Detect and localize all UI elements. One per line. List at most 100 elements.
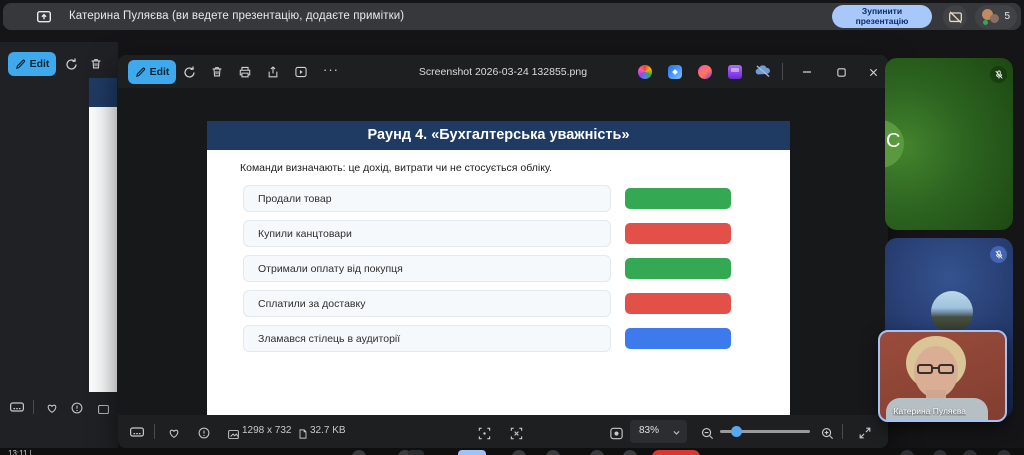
- photos-window-background: Edit: [0, 42, 118, 448]
- meet-control-button[interactable]: [546, 450, 560, 455]
- photos-titlebar[interactable]: Edit: [118, 55, 888, 88]
- more-options-button[interactable]: ···: [322, 60, 340, 78]
- designer-glyph: [731, 68, 739, 72]
- meet-panel-button[interactable]: [997, 450, 1011, 455]
- avatar-initial: C: [886, 130, 900, 153]
- back-edit-label: Edit: [30, 58, 50, 70]
- zoom-slider[interactable]: [720, 430, 810, 433]
- slide-row-color-bar: [625, 188, 731, 209]
- chevron-down-icon: [672, 428, 681, 437]
- info-icon[interactable]: [195, 424, 213, 442]
- mic-muted-badge: [990, 246, 1007, 263]
- slide-row: Зламався стілець в аудиторії: [243, 325, 737, 352]
- zoom-slider-thumb[interactable]: [731, 426, 742, 437]
- clipchamp-icon[interactable]: [698, 65, 712, 79]
- slide-row: Сплатили за доставку: [243, 290, 737, 317]
- back-info-icon[interactable]: [68, 399, 86, 417]
- stop-presentation-button[interactable]: Зупинити презентацію: [832, 5, 932, 28]
- meet-control-button[interactable]: [408, 450, 424, 455]
- print-icon[interactable]: [236, 63, 254, 81]
- slide-row-label-box: Продали товар: [243, 185, 611, 212]
- self-glasses: [938, 364, 954, 374]
- meet-panel-button[interactable]: [963, 450, 977, 455]
- slideshow-icon[interactable]: [292, 63, 310, 81]
- slide-row-label-box: Отримали оплату від покупця: [243, 255, 611, 282]
- participants-button[interactable]: 5: [975, 5, 1017, 29]
- fit-to-screen-icon[interactable]: [475, 424, 493, 442]
- filmstrip-icon[interactable]: [128, 423, 146, 441]
- ai-edit-icon[interactable]: [668, 65, 682, 79]
- back-rotate-icon[interactable]: [62, 55, 80, 73]
- meet-control-button[interactable]: [352, 450, 366, 455]
- image-filename: Screenshot 2026-03-24 132855.png: [118, 66, 888, 78]
- slide-row-label-box: Сплатили за доставку: [243, 290, 611, 317]
- auto-enhance-icon[interactable]: [607, 424, 625, 442]
- presenter-banner: Катерина Пуляєва (ви ведете презентацію,…: [3, 3, 1021, 30]
- rotate-icon[interactable]: [180, 63, 198, 81]
- share-icon[interactable]: [264, 63, 282, 81]
- slide-row-color-bar: [625, 293, 731, 314]
- participant-avatar: [990, 14, 999, 23]
- delete-icon[interactable]: [208, 63, 226, 81]
- minimize-button[interactable]: [794, 63, 820, 81]
- divider: [154, 424, 155, 439]
- back-delete-icon[interactable]: [87, 55, 105, 73]
- image-canvas: Раунд 4. «Бухгалтерська уважність» Коман…: [118, 88, 888, 415]
- meet-panel-button[interactable]: [933, 450, 947, 455]
- meet-panel-button[interactable]: [900, 450, 914, 455]
- favorite-icon[interactable]: [165, 424, 183, 442]
- back-filmstrip-icon[interactable]: [8, 398, 26, 416]
- divider: [842, 424, 843, 439]
- photos-apps-icon[interactable]: [638, 65, 652, 79]
- divider: [782, 63, 783, 80]
- fullscreen-icon[interactable]: [856, 424, 874, 442]
- back-edit-button[interactable]: Edit: [8, 52, 56, 76]
- photos-window: Edit: [118, 55, 888, 448]
- edit-label: Edit: [150, 66, 170, 78]
- self-view-tile[interactable]: Катерина Пуляєва: [878, 330, 1007, 422]
- back-image-size-icon: [94, 400, 112, 418]
- dimensions-icon: [224, 425, 242, 443]
- slide-row-label-box: Зламався стілець в аудиторії: [243, 325, 611, 352]
- zoom-level-dropdown[interactable]: 83%: [630, 420, 687, 443]
- close-button[interactable]: [860, 63, 886, 81]
- edit-button[interactable]: Edit: [128, 60, 176, 84]
- zoom-out-icon[interactable]: [698, 424, 716, 442]
- back-favorite-icon[interactable]: [43, 399, 61, 417]
- meet-control-button[interactable]: [590, 450, 604, 455]
- actual-size-icon[interactable]: [507, 424, 525, 442]
- meet-control-button[interactable]: [623, 450, 637, 455]
- image-filesize: 32.7 KB: [310, 425, 346, 436]
- mic-muted-badge: [990, 66, 1007, 83]
- designer-icon[interactable]: [728, 65, 742, 79]
- stop-sharing-button[interactable]: [943, 5, 967, 29]
- participant-count: 5: [1004, 11, 1010, 22]
- video-tile-participant[interactable]: C: [885, 58, 1013, 230]
- image-dimensions: 1298 x 732: [242, 425, 292, 436]
- photos-statusbar: 1298 x 732 32.7 KB: [118, 415, 888, 448]
- slide-image: Раунд 4. «Бухгалтерська уважність» Коман…: [207, 121, 790, 441]
- slide-row-label: Отримали оплату від покупця: [258, 263, 403, 275]
- pencil-icon: [135, 67, 146, 78]
- slide-row-label: Сплатили за доставку: [258, 298, 365, 310]
- presenter-status-text: Катерина Пуляєва (ви ведете презентацію,…: [69, 10, 404, 22]
- onedrive-off-icon[interactable]: [754, 63, 772, 79]
- slide-subtitle: Команди визначають: це дохід, витрати чи…: [240, 162, 552, 174]
- slide-row-color-bar: [625, 328, 731, 349]
- back-image-sliver: [89, 78, 117, 392]
- mic-off-icon: [994, 70, 1004, 80]
- slide-row-label-box: Купили канцтовари: [243, 220, 611, 247]
- slide-row: Купили канцтовари: [243, 220, 737, 247]
- maximize-button[interactable]: [828, 63, 854, 81]
- pencil-icon: [15, 59, 26, 70]
- avatar-photo: [931, 291, 973, 333]
- meet-control-button[interactable]: [512, 450, 526, 455]
- spark-glyph: [672, 69, 678, 75]
- mic-off-icon: [994, 250, 1004, 260]
- zoom-in-icon[interactable]: [818, 424, 836, 442]
- leave-call-button[interactable]: [652, 450, 700, 455]
- self-glasses-bridge: [932, 367, 939, 369]
- slide-row: Продали товар: [243, 185, 737, 212]
- taskbar-active-app[interactable]: [458, 450, 486, 455]
- screen: Катерина Пуляєва (ви ведете презентацію,…: [0, 0, 1024, 455]
